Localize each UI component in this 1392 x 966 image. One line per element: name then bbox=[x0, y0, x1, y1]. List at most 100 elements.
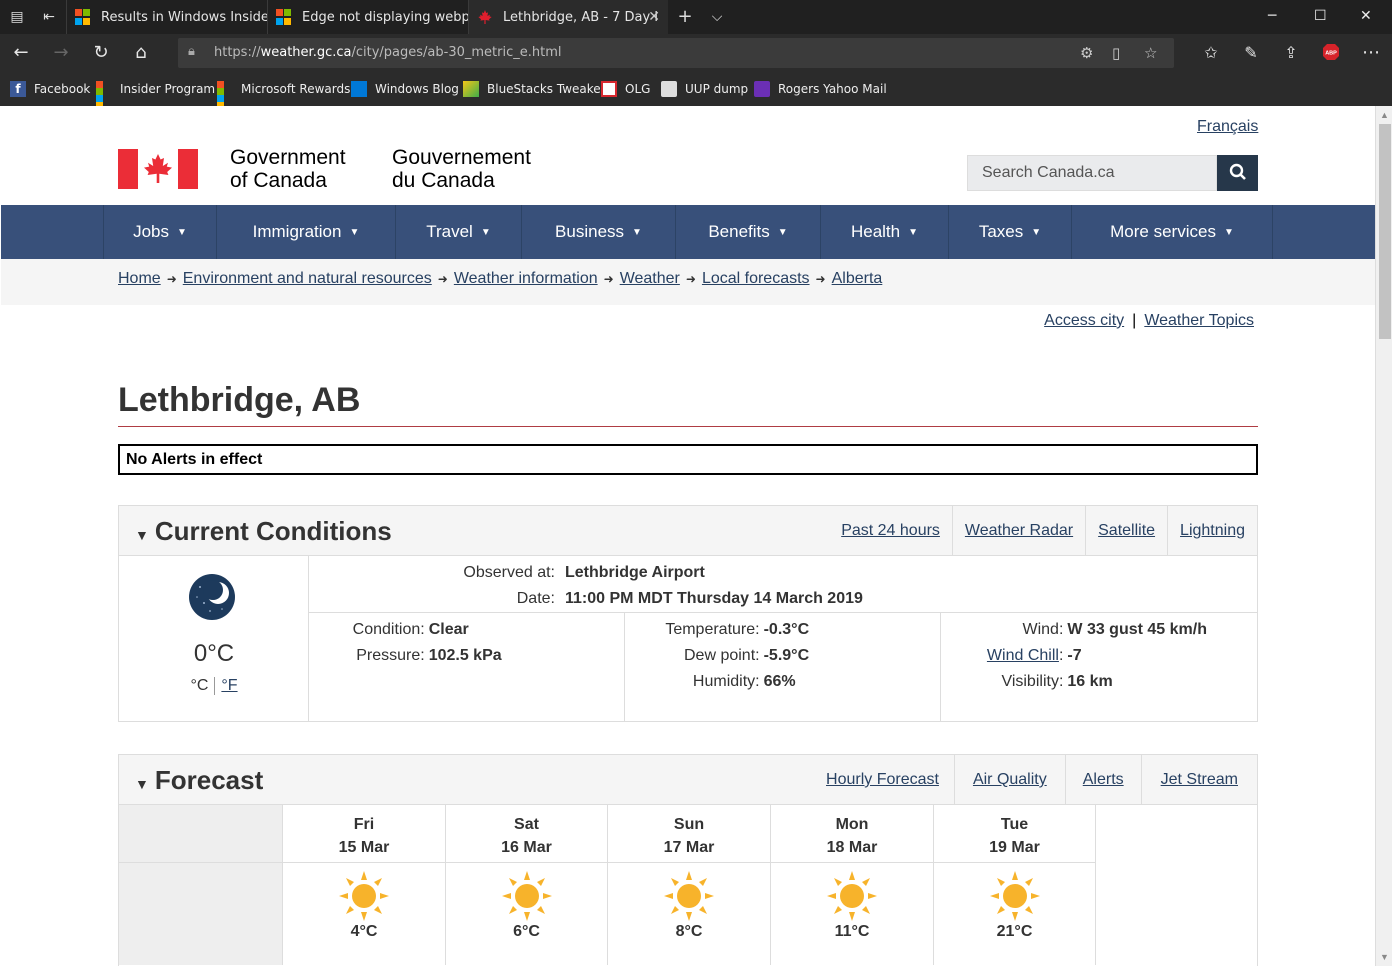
refresh-icon[interactable]: ↻ bbox=[90, 43, 112, 65]
page-scrollbar[interactable]: ▲ ▼ bbox=[1375, 106, 1392, 966]
lock-icon: 🔒︎ bbox=[188, 44, 195, 59]
search-icon bbox=[1229, 163, 1246, 180]
weather-radar-link[interactable]: Weather Radar bbox=[951, 506, 1085, 556]
date-label: Date: bbox=[516, 590, 555, 607]
wind-chill-link[interactable]: Wind Chill bbox=[987, 647, 1059, 664]
translate-icon[interactable]: ⚙ bbox=[1080, 44, 1093, 62]
humidity-value: 66% bbox=[763, 673, 796, 690]
arrow-right-icon: ➜ bbox=[685, 272, 696, 286]
government-of-canada-en[interactable]: Government of Canada bbox=[230, 146, 346, 192]
maximize-icon[interactable]: ☐ bbox=[1314, 8, 1327, 24]
forward-icon[interactable]: → bbox=[50, 43, 72, 65]
forecast-toggle[interactable]: ▼ Forecast bbox=[135, 765, 263, 796]
forecast-temp: 6°C bbox=[513, 923, 540, 940]
web-page: Français Government of Canada Gouvernemen… bbox=[1, 106, 1375, 966]
forecast-day-name: Fri bbox=[353, 816, 375, 833]
fav-rogers-yahoo-mail[interactable]: Rogers Yahoo Mail bbox=[754, 81, 887, 97]
menu-business[interactable]: Business ▼ bbox=[521, 205, 675, 259]
weather-topics-link[interactable]: Weather Topics bbox=[1144, 312, 1254, 330]
svg-text:ABP: ABP bbox=[1325, 51, 1337, 57]
fav-olg[interactable]: OLG bbox=[601, 81, 650, 97]
new-tab-icon[interactable]: + bbox=[676, 8, 694, 26]
sun-icon bbox=[664, 871, 714, 921]
tab-lethbridge[interactable]: Lethbridge, AB - 7 Day I ✕ bbox=[468, 0, 668, 34]
forecast-day-name: Mon bbox=[835, 816, 869, 833]
forecast-date: 16 Mar bbox=[501, 839, 552, 856]
search-input[interactable]: Search Canada.ca bbox=[967, 155, 1217, 191]
forecast-row-header bbox=[119, 805, 282, 965]
tab-preview-icon[interactable]: ▤ bbox=[8, 8, 26, 26]
wind-label: Wind: bbox=[1022, 621, 1064, 638]
unit-switcher: °C °F bbox=[119, 677, 309, 695]
menu-health[interactable]: Health ▼ bbox=[820, 205, 948, 259]
menu-more-services[interactable]: More services ▼ bbox=[1071, 205, 1273, 259]
air-quality-link[interactable]: Air Quality bbox=[953, 755, 1065, 805]
breadcrumb-local-forecasts[interactable]: Local forecasts bbox=[702, 270, 810, 288]
menu-immigration[interactable]: Immigration ▼ bbox=[216, 205, 395, 259]
government-of-canada-fr[interactable]: Gouvernement du Canada bbox=[392, 146, 531, 192]
arrow-right-icon: ➜ bbox=[437, 272, 448, 286]
breadcrumb-home[interactable]: Home bbox=[118, 270, 161, 288]
chevron-down-icon: ▼ bbox=[480, 226, 491, 238]
fav-microsoft-rewards[interactable]: Microsoft Rewards bbox=[217, 81, 350, 109]
home-icon[interactable]: ⌂ bbox=[130, 43, 152, 65]
tab-list-chevron-icon[interactable]: ⌵ bbox=[708, 8, 726, 26]
sun-icon bbox=[339, 871, 389, 921]
search-button[interactable] bbox=[1217, 155, 1258, 191]
observation-info: Observed at: Lethbridge Airport Date: 11… bbox=[309, 556, 1257, 613]
forecast-temp: 8°C bbox=[675, 923, 703, 940]
navigation-bar: ← → ↻ ⌂ 🔒︎ https://weather.gc.ca/city/pa… bbox=[0, 34, 1392, 72]
set-aside-tabs-icon[interactable]: ⇤ bbox=[40, 8, 58, 26]
breadcrumb: Home ➜ Environment and natural resources ➜… bbox=[1, 259, 1375, 305]
fav-windows-blog[interactable]: Windows Blog bbox=[351, 81, 459, 97]
past-24-hours-link[interactable]: Past 24 hours bbox=[829, 506, 952, 556]
scroll-up-icon[interactable]: ▲ bbox=[1380, 110, 1389, 120]
satellite-link[interactable]: Satellite bbox=[1085, 506, 1167, 556]
reading-view-icon[interactable]: ▯ bbox=[1112, 44, 1120, 62]
adblock-plus-icon[interactable]: ABP bbox=[1320, 43, 1342, 65]
forecast-date: 19 Mar bbox=[989, 839, 1040, 856]
breadcrumb-environment[interactable]: Environment and natural resources bbox=[183, 270, 432, 288]
wind-value: W 33 gust 45 km/h bbox=[1067, 621, 1207, 638]
menu-benefits[interactable]: Benefits ▼ bbox=[675, 205, 820, 259]
share-icon[interactable]: ⇪ bbox=[1280, 43, 1302, 65]
favorite-star-icon[interactable]: ☆ bbox=[1144, 44, 1157, 62]
address-bar[interactable]: 🔒︎ https://weather.gc.ca/city/pages/ab-3… bbox=[178, 38, 1174, 68]
pen-icon[interactable]: ✎ bbox=[1240, 43, 1262, 65]
tab-edge-not-displaying[interactable]: Edge not displaying webpag bbox=[267, 0, 469, 34]
url-text[interactable]: https://weather.gc.ca/city/pages/ab-30_m… bbox=[214, 45, 561, 60]
menu-taxes[interactable]: Taxes ▼ bbox=[948, 205, 1071, 259]
fahrenheit-link[interactable]: °F bbox=[221, 677, 237, 694]
clear-night-moon-icon bbox=[189, 574, 235, 620]
close-window-icon[interactable]: ✕ bbox=[1360, 8, 1372, 24]
minimize-icon[interactable]: ─ bbox=[1268, 8, 1276, 24]
current-conditions-toggle[interactable]: ▼ Current Conditions bbox=[135, 516, 392, 547]
favorites-hub-icon[interactable]: ✩ bbox=[1200, 43, 1222, 65]
triangle-down-icon: ▼ bbox=[135, 527, 149, 543]
menu-jobs[interactable]: Jobs ▼ bbox=[103, 205, 216, 259]
forecast-temp: 4°C bbox=[350, 923, 378, 940]
arrow-right-icon: ➜ bbox=[166, 272, 177, 286]
access-city-link[interactable]: Access city bbox=[1044, 312, 1124, 330]
scrollbar-thumb[interactable] bbox=[1379, 124, 1391, 339]
breadcrumb-weather[interactable]: Weather bbox=[620, 270, 680, 288]
scroll-down-icon[interactable]: ▼ bbox=[1380, 952, 1389, 962]
hourly-forecast-link[interactable]: Hourly Forecast bbox=[811, 755, 954, 805]
jet-stream-link[interactable]: Jet Stream bbox=[1140, 755, 1257, 805]
menu-travel[interactable]: Travel ▼ bbox=[395, 205, 521, 259]
fav-uup-dump[interactable]: UUP dump bbox=[661, 81, 748, 97]
breadcrumb-alberta[interactable]: Alberta bbox=[832, 270, 883, 288]
alerts-link[interactable]: Alerts bbox=[1064, 755, 1141, 805]
more-menu-icon[interactable]: ⋯ bbox=[1360, 43, 1382, 65]
close-tab-icon[interactable]: ✕ bbox=[648, 9, 660, 25]
language-toggle-link[interactable]: Français bbox=[1197, 118, 1258, 136]
tab-windows-insider[interactable]: Results in Windows Insider I bbox=[66, 0, 268, 34]
fav-insider-program[interactable]: Insider Program bbox=[96, 81, 215, 109]
breadcrumb-weather-information[interactable]: Weather information bbox=[454, 270, 598, 288]
top-links: Access city | Weather Topics bbox=[1044, 312, 1254, 330]
tab-title: Edge not displaying webpag bbox=[302, 9, 469, 25]
lightning-link[interactable]: Lightning bbox=[1167, 506, 1257, 556]
back-icon[interactable]: ← bbox=[10, 43, 32, 65]
fav-facebook[interactable]: f Facebook bbox=[10, 81, 90, 97]
fav-bluestacks-tweaker[interactable]: BlueStacks Tweaker bbox=[463, 81, 606, 97]
